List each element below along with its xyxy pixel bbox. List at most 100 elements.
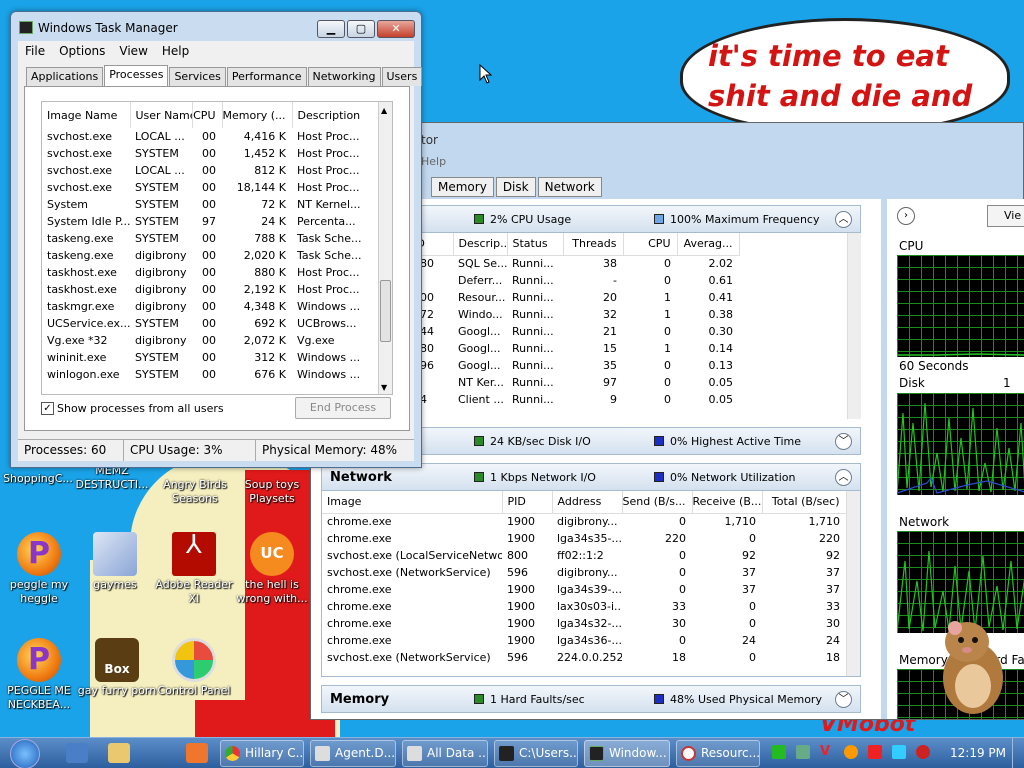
- network-process-row[interactable]: chrome.exe 1900 lga34s36-... 0 24 24: [322, 632, 846, 649]
- process-row[interactable]: System Idle P... SYSTEM 97 24 K Percenta...: [42, 213, 380, 230]
- explorer-icon[interactable]: [108, 743, 130, 763]
- memory-section-header[interactable]: Memory 1 Hard Faults/sec 48% Used Physic…: [321, 685, 861, 713]
- tray-icon-search[interactable]: [844, 745, 858, 759]
- desktop-icon-shopping[interactable]: ShoppingC...: [0, 472, 78, 486]
- desktop-icon-memz[interactable]: MEMZ DESTRUCTI...: [72, 464, 152, 492]
- tab-applications[interactable]: Applications: [26, 67, 104, 86]
- network-process-row[interactable]: chrome.exe 1900 lax30s03-i... 33 0 33: [322, 598, 846, 615]
- taskbar-button-7zip[interactable]: C:\Users...: [494, 740, 578, 767]
- tab-disk[interactable]: Disk: [495, 177, 536, 197]
- network-process-row[interactable]: svchost.exe (NetworkService) 596 digibrony…: [322, 564, 846, 581]
- process-row[interactable]: taskhost.exe digibrony 00 880 K Host Proc...: [42, 264, 380, 281]
- ie-icon[interactable]: [66, 743, 88, 763]
- menu-help[interactable]: Help: [162, 44, 189, 58]
- tab-processes[interactable]: Processes: [104, 65, 169, 86]
- start-button[interactable]: [10, 739, 40, 768]
- process-row[interactable]: taskmgr.exe digibrony 00 4,348 K Windows ...: [42, 298, 380, 315]
- column-header-image[interactable]: Image: [322, 491, 503, 514]
- uc-browser-icon[interactable]: [186, 743, 208, 763]
- network-process-row[interactable]: chrome.exe 1900 lga34s32-... 30 0 30: [322, 615, 846, 632]
- tab-users[interactable]: Users: [381, 67, 423, 86]
- process-row[interactable]: System SYSTEM 00 72 K NT Kernel...: [42, 196, 380, 213]
- process-row[interactable]: svchost.exe SYSTEM 00 18,144 K Host Proc...: [42, 179, 380, 196]
- column-header-description[interactable]: Description: [292, 102, 381, 128]
- tray-icon-volume[interactable]: [916, 745, 930, 759]
- process-row[interactable]: svchost.exe SYSTEM 00 1,452 K Host Proc...: [42, 145, 380, 162]
- menu-file[interactable]: File: [25, 44, 45, 58]
- desktop-icon-adobe-reader[interactable]: Adobe Reader XI: [154, 532, 234, 606]
- scrollbar-thumb[interactable]: [380, 280, 391, 342]
- column-header-total[interactable]: Total (B/sec): [762, 491, 847, 514]
- column-header-threads[interactable]: Threads: [563, 233, 624, 256]
- column-header-send[interactable]: Send (B/s...: [622, 491, 693, 514]
- chevron-up-icon[interactable]: ︿: [835, 211, 852, 228]
- chevron-up-icon[interactable]: ︿: [835, 469, 852, 486]
- taskbar-button-chrome[interactable]: Hillary C...: [220, 740, 304, 767]
- tray-icon-network[interactable]: [796, 745, 810, 759]
- taskbar-button-task-manager[interactable]: Window...: [584, 740, 670, 767]
- column-header-cpu[interactable]: CPU: [192, 102, 223, 128]
- taskbar-button-agent[interactable]: Agent.D...: [310, 740, 396, 767]
- process-row[interactable]: taskeng.exe SYSTEM 00 788 K Task Sche...: [42, 230, 380, 247]
- desktop-icon-peggle-2[interactable]: PEGGLE ME NECKBEA...: [0, 638, 79, 712]
- maximize-button[interactable]: ▢: [347, 20, 375, 38]
- scroll-up-icon[interactable]: ▲: [381, 106, 387, 115]
- process-row[interactable]: taskhost.exe digibrony 00 2,192 K Host Proc.…: [42, 281, 380, 298]
- clock[interactable]: 12:19 PM: [950, 746, 1006, 760]
- column-header-status[interactable]: Status: [507, 233, 564, 256]
- tray-icon-v[interactable]: V: [820, 745, 834, 759]
- column-header-image-name[interactable]: Image Name: [42, 102, 131, 128]
- taskbar-button-all-data[interactable]: All Data ...: [402, 740, 488, 767]
- network-process-row[interactable]: svchost.exe (LocalServiceNetwo... 800 ff02…: [322, 547, 846, 564]
- tab-networking[interactable]: Networking: [307, 67, 381, 86]
- column-header-receive[interactable]: Receive (B...: [692, 491, 763, 514]
- network-process-row[interactable]: chrome.exe 1900 lga34s35-... 220 0 220: [322, 530, 846, 547]
- process-row[interactable]: UCService.ex... SYSTEM 00 692 K UCBrows...: [42, 315, 380, 332]
- column-header-user-name[interactable]: User Name: [130, 102, 193, 128]
- tab-services[interactable]: Services: [169, 67, 226, 86]
- tab-network[interactable]: Network: [537, 177, 602, 197]
- scroll-down-icon[interactable]: ▼: [381, 383, 387, 392]
- menu-help[interactable]: Help: [421, 155, 446, 168]
- taskbar-button-resource-monitor[interactable]: Resourc...: [676, 740, 760, 767]
- process-row[interactable]: svchost.exe LOCAL ... 00 812 K Host Proc...: [42, 162, 380, 179]
- desktop-icon-gaymes[interactable]: gaymes: [75, 532, 155, 592]
- chevron-down-icon[interactable]: ﹀: [835, 691, 852, 708]
- close-button[interactable]: ✕: [377, 20, 415, 38]
- process-row[interactable]: svchost.exe LOCAL ... 00 4,416 K Host Proc..…: [42, 128, 380, 145]
- column-header-memory[interactable]: Memory (...: [222, 102, 293, 128]
- minimize-button[interactable]: ▁: [317, 20, 345, 38]
- desktop-icon-souptoys[interactable]: Soup toys Playsets: [232, 478, 312, 506]
- show-all-processes-checkbox[interactable]: ✓: [41, 402, 54, 415]
- process-row[interactable]: wininit.exe SYSTEM 00 312 K Windows ...: [42, 349, 380, 366]
- desktop-icon-angry-birds[interactable]: Angry Birds Seasons: [155, 478, 235, 506]
- desktop-icon-control-panel[interactable]: Control Panel: [154, 638, 234, 698]
- process-row[interactable]: taskeng.exe digibrony 00 2,020 K Task Sche..…: [42, 247, 380, 264]
- tray-icon-flag[interactable]: [868, 745, 882, 759]
- tray-icon-green[interactable]: [772, 745, 786, 759]
- network-process-row[interactable]: chrome.exe 1900 lga34s39-... 0 37 37: [322, 581, 846, 598]
- menu-options[interactable]: Options: [59, 44, 105, 58]
- desktop-icon-uc-browser[interactable]: the hell is wrong with...: [232, 532, 312, 606]
- network-scrollbar[interactable]: [846, 491, 860, 676]
- tab-memory[interactable]: Memory: [431, 177, 494, 197]
- desktop-icon-peggle[interactable]: peggle my heggle: [0, 532, 79, 606]
- show-desktop-button[interactable]: [1012, 738, 1024, 768]
- column-header-cpu[interactable]: CPU: [623, 233, 678, 256]
- column-header-description[interactable]: Descrip...: [453, 233, 508, 256]
- column-header-address[interactable]: Address: [552, 491, 623, 514]
- views-button[interactable]: Vie: [987, 205, 1024, 227]
- chevron-right-icon[interactable]: ›: [897, 207, 915, 225]
- task-manager-window[interactable]: Windows Task Manager ▁ ▢ ✕ File Options …: [10, 11, 423, 468]
- tab-performance[interactable]: Performance: [226, 67, 307, 86]
- process-list-scrollbar[interactable]: ▲ ▼: [378, 102, 392, 394]
- show-all-processes-option[interactable]: ✓ Show processes from all users: [41, 402, 224, 415]
- tray-icon-display[interactable]: [892, 745, 906, 759]
- column-header-average-cpu[interactable]: Averag...: [677, 233, 740, 256]
- chevron-down-icon[interactable]: ﹀: [835, 433, 852, 450]
- cpu-scrollbar[interactable]: [847, 233, 861, 419]
- menu-view[interactable]: View: [119, 44, 147, 58]
- column-header-pid[interactable]: PID: [502, 491, 553, 514]
- end-process-button[interactable]: End Process: [295, 397, 391, 419]
- network-process-row[interactable]: chrome.exe 1900 digibrony... 0 1,710 1,710: [322, 513, 846, 530]
